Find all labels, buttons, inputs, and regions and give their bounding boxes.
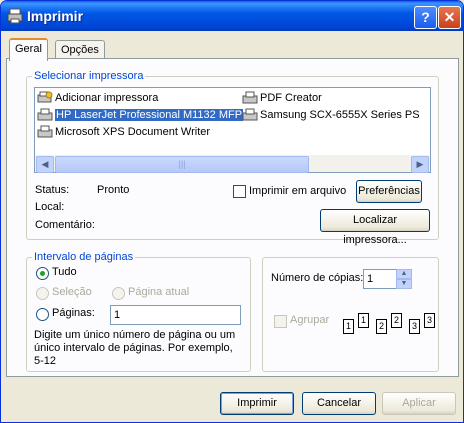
location-label: Local: — [35, 201, 65, 213]
preferences-button[interactable]: Preferências — [356, 180, 422, 203]
scroll-left-button[interactable]: ◀ — [36, 156, 54, 173]
printer-label: Samsung SCX-6555X Series PS — [260, 109, 420, 121]
list-item-pdf-creator[interactable]: PDF Creator — [242, 90, 322, 106]
collate-page-icon: 2 — [391, 313, 402, 328]
tab-label: Opções — [61, 44, 99, 56]
radio-all[interactable] — [36, 267, 49, 280]
scroll-thumb[interactable]: ||| — [55, 156, 309, 173]
window-title: Imprimir — [27, 8, 84, 24]
add-printer-icon — [37, 91, 53, 103]
collate-page-icon: 1 — [358, 313, 369, 328]
radio-all-label[interactable]: Tudo — [52, 266, 77, 278]
tab-opcoes[interactable]: Opções — [55, 40, 105, 60]
tab-geral[interactable]: Geral — [9, 38, 48, 61]
printer-icon — [242, 91, 258, 104]
spin-up-icon[interactable]: ▲ — [396, 269, 412, 279]
comment-label: Comentário: — [35, 219, 95, 231]
copies-stepper[interactable]: ▲ ▼ — [396, 269, 412, 289]
list-item-add-printer[interactable]: Adicionar impressora — [37, 90, 158, 106]
copies-label: Número de cópias: — [271, 272, 364, 284]
list-item-samsung[interactable]: Samsung SCX-6555X Series PS — [242, 107, 420, 123]
radio-current-page[interactable] — [112, 287, 125, 300]
radio-selection-label: Seleção — [52, 286, 92, 298]
help-button[interactable]: ? — [414, 6, 437, 29]
scroll-right-button[interactable]: ▶ — [411, 156, 429, 173]
collate-label: Agrupar — [290, 314, 330, 326]
spin-down-icon[interactable]: ▼ — [396, 279, 412, 289]
tab-label: Geral — [15, 43, 42, 55]
radio-selected-dot — [40, 271, 45, 276]
collate-checkbox[interactable] — [274, 315, 287, 328]
page-range-help-line-1: Digite um único número de página ou um — [34, 329, 236, 341]
printer-label: HP LaserJet Professional M1132 MFP — [55, 109, 244, 121]
collate-page-icon: 2 — [376, 319, 387, 334]
print-to-file-checkbox[interactable] — [233, 185, 246, 198]
copies-input[interactable]: 1 — [363, 269, 398, 289]
printer-label: Adicionar impressora — [55, 92, 159, 104]
pages-input[interactable]: 1 — [110, 305, 241, 325]
print-dialog: Imprimir ? ✕ Geral Opções Selecionar imp… — [0, 0, 464, 423]
printer-label: Microsoft XPS Document Writer — [55, 126, 211, 138]
find-printer-button[interactable]: Localizar impressora... — [320, 209, 430, 246]
print-to-file-label[interactable]: Imprimir em arquivo — [249, 185, 346, 197]
help-icon: ? — [421, 9, 430, 25]
status-label: Status: — [35, 184, 70, 196]
radio-pages[interactable] — [36, 308, 49, 321]
radio-selection[interactable] — [36, 287, 49, 300]
chevron-right-icon: ▶ — [416, 159, 424, 169]
page-range-legend: Intervalo de páginas — [32, 251, 136, 263]
select-printer-legend: Selecionar impressora — [32, 70, 146, 82]
printer-icon — [242, 108, 258, 121]
radio-pages-label[interactable]: Páginas: — [52, 307, 95, 319]
close-button[interactable]: ✕ — [438, 6, 461, 29]
printer-label: PDF Creator — [260, 92, 322, 104]
radio-current-page-label: Página atual — [128, 286, 190, 298]
page-range-help-line-3: 5-12 — [34, 355, 57, 367]
printer-icon — [7, 8, 23, 24]
printer-list[interactable]: Adicionar impressora PDF Creator HP Lase… — [34, 87, 431, 173]
printer-icon — [37, 125, 53, 138]
grip-icon: ||| — [178, 159, 186, 169]
print-button[interactable]: Imprimir — [220, 392, 294, 415]
apply-button[interactable]: Aplicar — [382, 392, 456, 415]
collate-page-icon: 1 — [343, 319, 354, 334]
horizontal-scrollbar[interactable]: ◀ ||| ▶ — [35, 155, 430, 173]
title-bar[interactable]: Imprimir ? ✕ — [1, 1, 463, 31]
page-range-help-line-2: único intervalo de páginas. Por exemplo, — [34, 342, 233, 354]
list-item-xps-writer[interactable]: Microsoft XPS Document Writer — [37, 124, 210, 140]
collate-page-icon: 3 — [424, 313, 435, 328]
chevron-left-icon: ◀ — [41, 159, 49, 169]
list-item-hp-laserjet[interactable]: HP LaserJet Professional M1132 MFP — [37, 107, 244, 123]
cancel-button[interactable]: Cancelar — [302, 392, 376, 415]
printer-icon — [37, 108, 53, 121]
close-icon: ✕ — [443, 9, 456, 25]
status-value: Pronto — [97, 184, 130, 196]
collate-page-icon: 3 — [409, 319, 420, 334]
